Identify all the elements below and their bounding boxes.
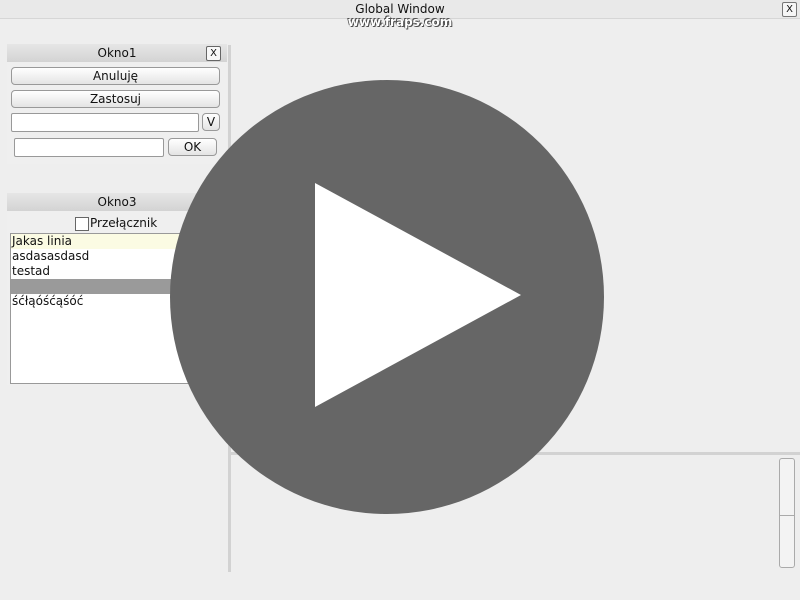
text-input[interactable] [14, 138, 164, 157]
ok-button[interactable]: OK [168, 138, 217, 156]
main-window-title: Global Window [355, 2, 445, 16]
play-icon [315, 183, 521, 407]
fraps-watermark: www.fraps.com [347, 15, 453, 29]
okno1-title: Okno1 [97, 46, 137, 60]
scrollbar-divider [780, 515, 794, 516]
cancel-button[interactable]: Anuluję [11, 67, 220, 85]
apply-button[interactable]: Zastosuj [11, 90, 220, 108]
okno3-title: Okno3 [97, 195, 137, 209]
vertical-scrollbar[interactable] [779, 458, 795, 568]
dropdown-button[interactable]: V [202, 113, 220, 131]
okno1-window: Okno1 X Anuluję Zastosuj V OK [7, 44, 227, 164]
okno1-close-button[interactable]: X [206, 46, 221, 61]
switch-checkbox[interactable] [75, 217, 89, 231]
switch-checkbox-label[interactable]: Przełącznik [90, 216, 157, 230]
okno1-title-bar[interactable]: Okno1 X [7, 44, 227, 62]
combo-input[interactable] [11, 113, 199, 132]
play-button-overlay[interactable] [170, 80, 604, 514]
